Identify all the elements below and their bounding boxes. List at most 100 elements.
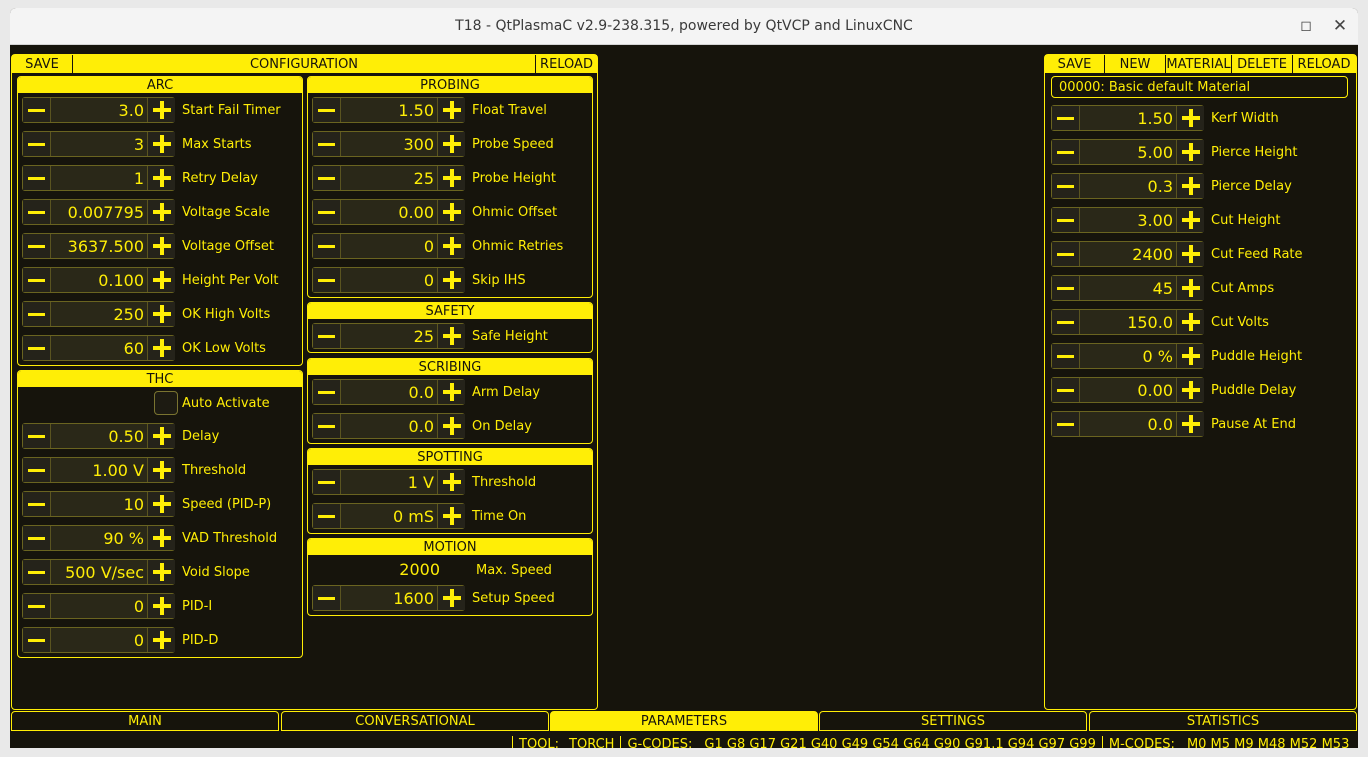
- plus-icon[interactable]: [1176, 344, 1204, 368]
- minus-icon[interactable]: [1052, 378, 1080, 402]
- probing-float-travel-value[interactable]: 1.50: [341, 98, 437, 122]
- probing-skip-ihs-spinbox[interactable]: 0: [312, 267, 465, 293]
- thc-threshold-value[interactable]: 1.00 V: [51, 458, 147, 482]
- material-cut-feed-rate-spinbox[interactable]: 2400: [1051, 241, 1204, 267]
- arc-height-per-volt-spinbox[interactable]: 0.100: [22, 267, 175, 293]
- thc-pid-d-value[interactable]: 0: [51, 628, 147, 652]
- minus-icon[interactable]: [1052, 344, 1080, 368]
- probing-ohmic-offset-spinbox[interactable]: 0.00: [312, 199, 465, 225]
- spotting-time-on-value[interactable]: 0 mS: [341, 504, 437, 528]
- arc-retry-delay-value[interactable]: 1: [51, 166, 147, 190]
- arc-ok-low-volts-spinbox[interactable]: 60: [22, 335, 175, 361]
- thc-delay-spinbox[interactable]: 0.50: [22, 423, 175, 449]
- minus-icon[interactable]: [313, 200, 341, 224]
- close-icon[interactable]: ✕: [1330, 16, 1350, 36]
- arc-ok-low-volts-value[interactable]: 60: [51, 336, 147, 360]
- thc-speed-pid-p-spinbox[interactable]: 10: [22, 491, 175, 517]
- material-kerf-width-spinbox[interactable]: 1.50: [1051, 105, 1204, 131]
- plus-icon[interactable]: [1176, 242, 1204, 266]
- material-cut-amps-value[interactable]: 45: [1080, 276, 1176, 300]
- config-save-button[interactable]: SAVE: [12, 55, 73, 73]
- plus-icon[interactable]: [437, 586, 465, 610]
- thc-delay-value[interactable]: 0.50: [51, 424, 147, 448]
- material-pierce-height-value[interactable]: 5.00: [1080, 140, 1176, 164]
- plus-icon[interactable]: [1176, 412, 1204, 436]
- minus-icon[interactable]: [1052, 242, 1080, 266]
- auto-activate-checkbox[interactable]: [154, 391, 178, 415]
- material-cut-height-spinbox[interactable]: 3.00: [1051, 207, 1204, 233]
- arc-ok-high-volts-value[interactable]: 250: [51, 302, 147, 326]
- material-puddle-delay-spinbox[interactable]: 0.00: [1051, 377, 1204, 403]
- minus-icon[interactable]: [313, 324, 341, 348]
- probing-float-travel-spinbox[interactable]: 1.50: [312, 97, 465, 123]
- plus-icon[interactable]: [147, 234, 175, 258]
- plus-icon[interactable]: [147, 628, 175, 652]
- minus-icon[interactable]: [313, 166, 341, 190]
- arc-max-starts-spinbox[interactable]: 3: [22, 131, 175, 157]
- minus-icon[interactable]: [23, 424, 51, 448]
- thc-vad-threshold-spinbox[interactable]: 90 %: [22, 525, 175, 551]
- minus-icon[interactable]: [23, 98, 51, 122]
- plus-icon[interactable]: [147, 560, 175, 584]
- minus-icon[interactable]: [313, 98, 341, 122]
- material-cut-volts-value[interactable]: 150.0: [1080, 310, 1176, 334]
- material-cut-volts-spinbox[interactable]: 150.0: [1051, 309, 1204, 335]
- material-pierce-height-spinbox[interactable]: 5.00: [1051, 139, 1204, 165]
- plus-icon[interactable]: [437, 268, 465, 292]
- plus-icon[interactable]: [1176, 140, 1204, 164]
- plus-icon[interactable]: [147, 594, 175, 618]
- thc-speed-pid-p-value[interactable]: 10: [51, 492, 147, 516]
- material-pause-at-end-value[interactable]: 0.0: [1080, 412, 1176, 436]
- thc-pid-d-spinbox[interactable]: 0: [22, 627, 175, 653]
- minus-icon[interactable]: [23, 200, 51, 224]
- arc-start-fail-timer-spinbox[interactable]: 3.0: [22, 97, 175, 123]
- tab-conversational[interactable]: CONVERSATIONAL: [281, 711, 549, 731]
- plus-icon[interactable]: [437, 166, 465, 190]
- material-cut-amps-spinbox[interactable]: 45: [1051, 275, 1204, 301]
- minus-icon[interactable]: [313, 234, 341, 258]
- material-puddle-height-value[interactable]: 0 %: [1080, 344, 1176, 368]
- minus-icon[interactable]: [1052, 276, 1080, 300]
- material-pierce-delay-spinbox[interactable]: 0.3: [1051, 173, 1204, 199]
- material-cut-feed-rate-value[interactable]: 2400: [1080, 242, 1176, 266]
- tab-parameters[interactable]: PARAMETERS: [550, 711, 818, 731]
- arc-start-fail-timer-value[interactable]: 3.0: [51, 98, 147, 122]
- minus-icon[interactable]: [313, 268, 341, 292]
- material-new-button[interactable]: NEW: [1105, 55, 1166, 73]
- probing-ohmic-retries-value[interactable]: 0: [341, 234, 437, 258]
- plus-icon[interactable]: [437, 504, 465, 528]
- thc-void-slope-value[interactable]: 500 V/sec: [51, 560, 147, 584]
- material-kerf-width-value[interactable]: 1.50: [1080, 106, 1176, 130]
- arc-voltage-scale-spinbox[interactable]: 0.007795: [22, 199, 175, 225]
- minus-icon[interactable]: [23, 628, 51, 652]
- plus-icon[interactable]: [437, 470, 465, 494]
- material-delete-button[interactable]: DELETE: [1232, 55, 1293, 73]
- motion-setup-speed-value[interactable]: 1600: [341, 586, 437, 610]
- material-selector[interactable]: 00000: Basic default Material: [1051, 76, 1348, 98]
- plus-icon[interactable]: [147, 526, 175, 550]
- probing-probe-height-spinbox[interactable]: 25: [312, 165, 465, 191]
- minus-icon[interactable]: [23, 166, 51, 190]
- plus-icon[interactable]: [1176, 208, 1204, 232]
- plus-icon[interactable]: [437, 380, 465, 404]
- minus-icon[interactable]: [313, 586, 341, 610]
- material-pause-at-end-spinbox[interactable]: 0.0: [1051, 411, 1204, 437]
- minus-icon[interactable]: [23, 336, 51, 360]
- motion-setup-speed-spinbox[interactable]: 1600: [312, 585, 465, 611]
- minus-icon[interactable]: [1052, 310, 1080, 334]
- arc-height-per-volt-value[interactable]: 0.100: [51, 268, 147, 292]
- plus-icon[interactable]: [437, 324, 465, 348]
- thc-pid-i-value[interactable]: 0: [51, 594, 147, 618]
- spotting-threshold-value[interactable]: 1 V: [341, 470, 437, 494]
- scribing-on-delay-spinbox[interactable]: 0.0: [312, 413, 465, 439]
- minus-icon[interactable]: [313, 470, 341, 494]
- scribing-arm-delay-value[interactable]: 0.0: [341, 380, 437, 404]
- plus-icon[interactable]: [147, 492, 175, 516]
- plus-icon[interactable]: [147, 200, 175, 224]
- safety-safe-height-spinbox[interactable]: 25: [312, 323, 465, 349]
- plus-icon[interactable]: [1176, 106, 1204, 130]
- minus-icon[interactable]: [1052, 412, 1080, 436]
- plus-icon[interactable]: [147, 166, 175, 190]
- probing-skip-ihs-value[interactable]: 0: [341, 268, 437, 292]
- minus-icon[interactable]: [23, 458, 51, 482]
